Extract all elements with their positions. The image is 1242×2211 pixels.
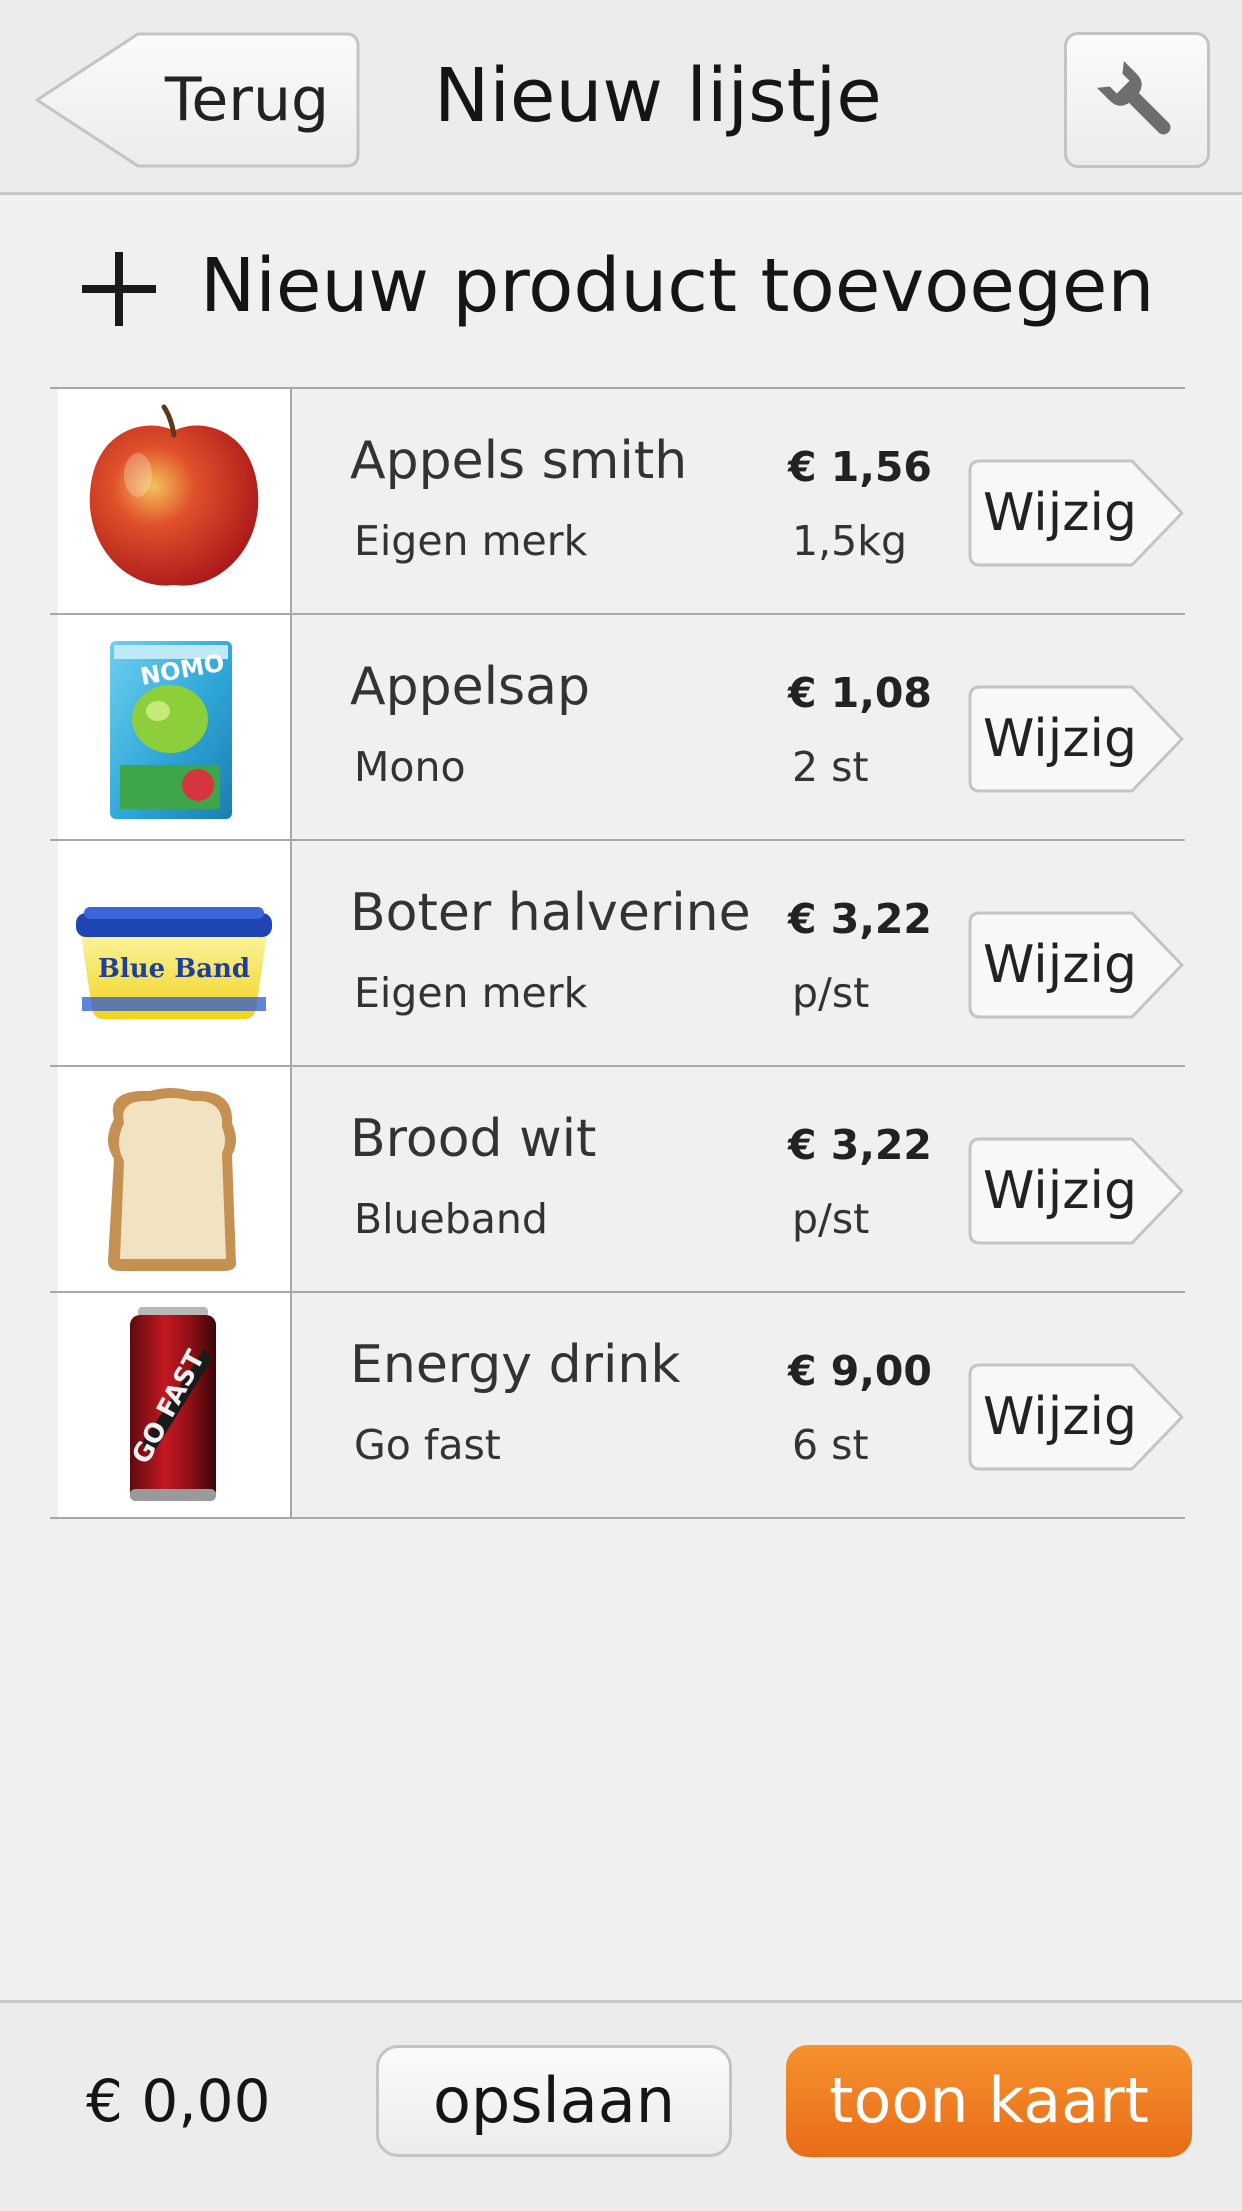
product-row: Appels smith Eigen merk € 1,56 1,5kg Wij…: [50, 387, 1185, 613]
product-quantity: 1,5kg: [792, 517, 907, 565]
product-name: Boter halverine: [350, 883, 751, 943]
apple-image: [89, 404, 259, 586]
edit-button[interactable]: Wijzig: [968, 459, 1186, 567]
product-thumbnail: Blue Band: [58, 841, 292, 1065]
back-button-label: Terug: [164, 65, 330, 135]
product-row: NOMO Appelsap Mono € 1,08 2 st Wijzig: [50, 613, 1185, 839]
product-name: Appels smith: [350, 431, 688, 491]
product-thumbnail: NOMO: [58, 615, 292, 839]
product-row: Blue Band Boter halverine Eigen merk € 3…: [50, 839, 1185, 1065]
product-brand: Go fast: [354, 1421, 501, 1469]
product-thumbnail: [58, 389, 292, 613]
product-brand: Eigen merk: [354, 517, 588, 565]
juice-carton-image: NOMO: [110, 641, 232, 819]
product-list: Appels smith Eigen merk € 1,56 1,5kg Wij…: [50, 387, 1185, 1519]
margarine-tub-image: Blue Band: [76, 907, 272, 1019]
edit-button-label: Wijzig: [983, 709, 1137, 769]
product-quantity: p/st: [792, 1195, 870, 1243]
product-price: € 1,08: [788, 669, 932, 717]
edit-button[interactable]: Wijzig: [968, 1137, 1186, 1245]
edit-button-label: Wijzig: [983, 483, 1137, 543]
product-name: Energy drink: [350, 1335, 681, 1395]
add-product-label: Nieuw product toevoegen: [200, 243, 1155, 329]
product-quantity: 6 st: [792, 1421, 869, 1469]
product-price: € 3,22: [788, 1121, 932, 1169]
product-thumbnail: [58, 1067, 292, 1291]
product-price: € 3,22: [788, 895, 932, 943]
edit-button[interactable]: Wijzig: [968, 685, 1186, 793]
edit-button-label: Wijzig: [983, 935, 1137, 995]
page-title: Nieuw lijstje: [434, 53, 882, 139]
product-name: Appelsap: [350, 657, 590, 717]
edit-button-label: Wijzig: [983, 1161, 1137, 1221]
plus-icon: [82, 252, 156, 326]
product-row: GO FAST Energy drink Go fast € 9,00 6 st…: [50, 1291, 1185, 1519]
settings-button[interactable]: [1064, 32, 1210, 168]
show-map-button[interactable]: toon kaart: [786, 2045, 1192, 2157]
product-quantity: 2 st: [792, 743, 869, 791]
product-brand: Mono: [354, 743, 466, 791]
header-bar: Terug Nieuw lijstje: [0, 0, 1242, 195]
edit-button[interactable]: Wijzig: [968, 911, 1186, 1019]
footer-bar: € 0,00 opslaan toon kaart: [0, 2000, 1242, 2211]
product-price: € 9,00: [788, 1347, 932, 1395]
product-row: Brood wit Blueband € 3,22 p/st Wijzig: [50, 1065, 1185, 1291]
back-button[interactable]: Terug: [34, 32, 360, 168]
energy-can-image: GO FAST: [127, 1307, 216, 1501]
svg-text:Blue Band: Blue Band: [98, 954, 250, 984]
total-price: € 0,00: [86, 2067, 271, 2135]
product-brand: Blueband: [354, 1195, 548, 1243]
edit-button-label: Wijzig: [983, 1387, 1137, 1447]
product-name: Brood wit: [350, 1109, 597, 1169]
add-product-button[interactable]: Nieuw product toevoegen: [60, 226, 1180, 346]
product-thumbnail: GO FAST: [58, 1293, 292, 1517]
save-button[interactable]: opslaan: [376, 2045, 732, 2157]
bread-slice-image: [108, 1088, 236, 1271]
product-brand: Eigen merk: [354, 969, 588, 1017]
edit-button[interactable]: Wijzig: [968, 1363, 1186, 1471]
wrench-icon: [1096, 60, 1171, 135]
product-price: € 1,56: [788, 443, 932, 491]
product-quantity: p/st: [792, 969, 870, 1017]
